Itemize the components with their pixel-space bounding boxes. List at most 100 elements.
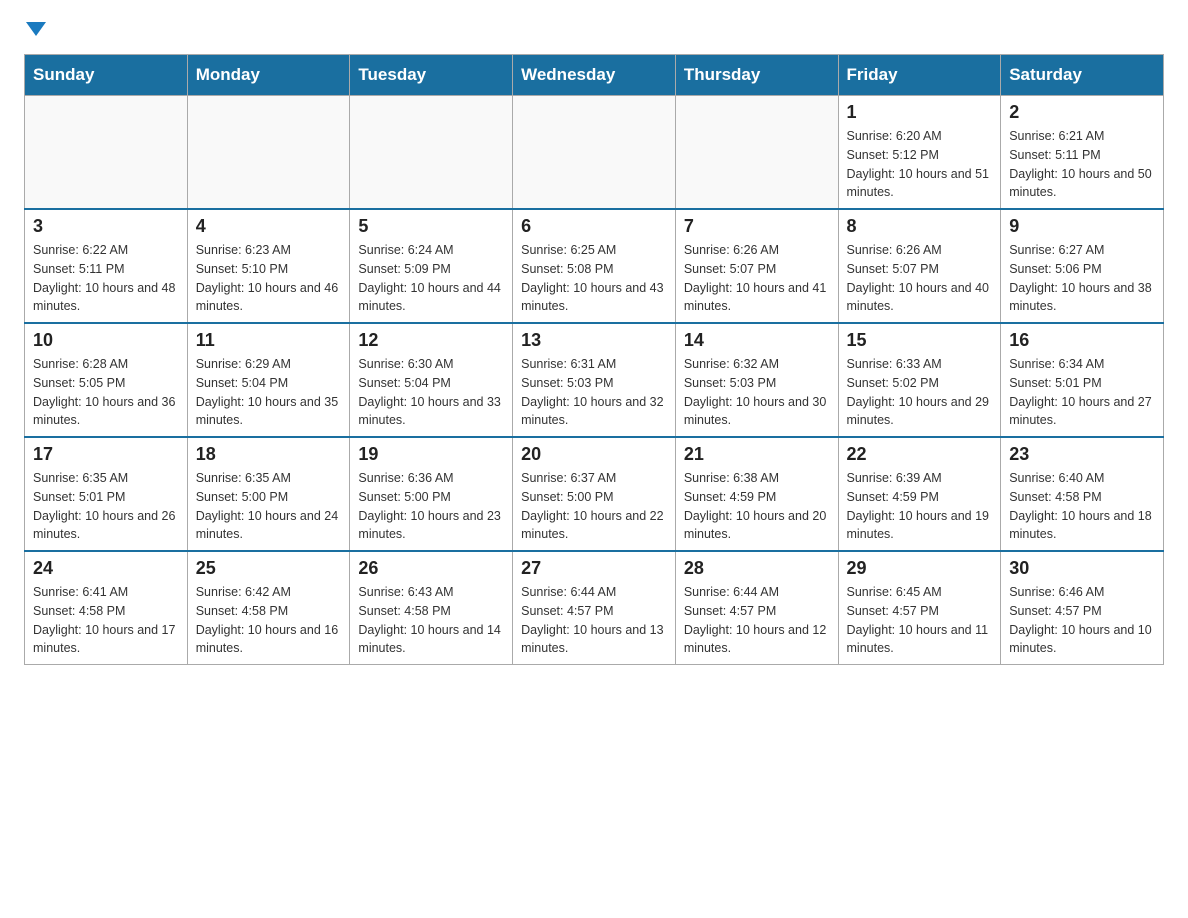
day-number: 24 <box>33 558 179 579</box>
day-number: 11 <box>196 330 342 351</box>
calendar-cell: 14 Sunrise: 6:32 AM Sunset: 5:03 PM Dayli… <box>675 323 838 437</box>
day-info: Sunrise: 6:20 AM Sunset: 5:12 PM Dayligh… <box>847 127 993 202</box>
day-number: 2 <box>1009 102 1155 123</box>
day-number: 14 <box>684 330 830 351</box>
day-number: 25 <box>196 558 342 579</box>
calendar-cell: 11 Sunrise: 6:29 AM Sunset: 5:04 PM Dayli… <box>187 323 350 437</box>
calendar-week-4: 17 Sunrise: 6:35 AM Sunset: 5:01 PM Dayli… <box>25 437 1164 551</box>
day-info: Sunrise: 6:28 AM Sunset: 5:05 PM Dayligh… <box>33 355 179 430</box>
calendar-cell: 20 Sunrise: 6:37 AM Sunset: 5:00 PM Dayli… <box>513 437 676 551</box>
day-info: Sunrise: 6:34 AM Sunset: 5:01 PM Dayligh… <box>1009 355 1155 430</box>
day-number: 8 <box>847 216 993 237</box>
day-info: Sunrise: 6:37 AM Sunset: 5:00 PM Dayligh… <box>521 469 667 544</box>
day-number: 22 <box>847 444 993 465</box>
calendar-cell: 22 Sunrise: 6:39 AM Sunset: 4:59 PM Dayli… <box>838 437 1001 551</box>
day-info: Sunrise: 6:35 AM Sunset: 5:00 PM Dayligh… <box>196 469 342 544</box>
day-number: 20 <box>521 444 667 465</box>
calendar-cell: 16 Sunrise: 6:34 AM Sunset: 5:01 PM Dayli… <box>1001 323 1164 437</box>
weekday-header-thursday: Thursday <box>675 55 838 96</box>
day-info: Sunrise: 6:33 AM Sunset: 5:02 PM Dayligh… <box>847 355 993 430</box>
day-number: 29 <box>847 558 993 579</box>
calendar-table: SundayMondayTuesdayWednesdayThursdayFrid… <box>24 54 1164 665</box>
day-info: Sunrise: 6:38 AM Sunset: 4:59 PM Dayligh… <box>684 469 830 544</box>
page-header <box>24 24 1164 38</box>
day-info: Sunrise: 6:46 AM Sunset: 4:57 PM Dayligh… <box>1009 583 1155 658</box>
day-number: 4 <box>196 216 342 237</box>
day-info: Sunrise: 6:31 AM Sunset: 5:03 PM Dayligh… <box>521 355 667 430</box>
calendar-cell: 24 Sunrise: 6:41 AM Sunset: 4:58 PM Dayli… <box>25 551 188 665</box>
calendar-cell: 21 Sunrise: 6:38 AM Sunset: 4:59 PM Dayli… <box>675 437 838 551</box>
calendar-cell: 15Sunrise: 6:33 AM Sunset: 5:02 PM Dayli… <box>838 323 1001 437</box>
calendar-cell: 28 Sunrise: 6:44 AM Sunset: 4:57 PM Dayli… <box>675 551 838 665</box>
calendar-cell: 9Sunrise: 6:27 AM Sunset: 5:06 PM Daylig… <box>1001 209 1164 323</box>
calendar-week-3: 10 Sunrise: 6:28 AM Sunset: 5:05 PM Dayli… <box>25 323 1164 437</box>
logo <box>24 24 46 38</box>
day-info: Sunrise: 6:35 AM Sunset: 5:01 PM Dayligh… <box>33 469 179 544</box>
day-info: Sunrise: 6:26 AM Sunset: 5:07 PM Dayligh… <box>684 241 830 316</box>
day-info: Sunrise: 6:45 AM Sunset: 4:57 PM Dayligh… <box>847 583 993 658</box>
calendar-cell: 5 Sunrise: 6:24 AM Sunset: 5:09 PM Daylig… <box>350 209 513 323</box>
calendar-cell: 10 Sunrise: 6:28 AM Sunset: 5:05 PM Dayli… <box>25 323 188 437</box>
day-number: 10 <box>33 330 179 351</box>
day-number: 21 <box>684 444 830 465</box>
day-number: 16 <box>1009 330 1155 351</box>
weekday-header-friday: Friday <box>838 55 1001 96</box>
weekday-header-row: SundayMondayTuesdayWednesdayThursdayFrid… <box>25 55 1164 96</box>
day-info: Sunrise: 6:44 AM Sunset: 4:57 PM Dayligh… <box>521 583 667 658</box>
calendar-cell: 18 Sunrise: 6:35 AM Sunset: 5:00 PM Dayli… <box>187 437 350 551</box>
day-info: Sunrise: 6:22 AM Sunset: 5:11 PM Dayligh… <box>33 241 179 316</box>
calendar-cell <box>187 96 350 210</box>
day-number: 19 <box>358 444 504 465</box>
calendar-cell: 17 Sunrise: 6:35 AM Sunset: 5:01 PM Dayli… <box>25 437 188 551</box>
calendar-cell: 6Sunrise: 6:25 AM Sunset: 5:08 PM Daylig… <box>513 209 676 323</box>
calendar-cell: 2 Sunrise: 6:21 AM Sunset: 5:11 PM Daylig… <box>1001 96 1164 210</box>
day-info: Sunrise: 6:23 AM Sunset: 5:10 PM Dayligh… <box>196 241 342 316</box>
calendar-cell: 19Sunrise: 6:36 AM Sunset: 5:00 PM Dayli… <box>350 437 513 551</box>
day-number: 23 <box>1009 444 1155 465</box>
weekday-header-saturday: Saturday <box>1001 55 1164 96</box>
day-info: Sunrise: 6:43 AM Sunset: 4:58 PM Dayligh… <box>358 583 504 658</box>
day-number: 5 <box>358 216 504 237</box>
weekday-header-monday: Monday <box>187 55 350 96</box>
calendar-cell: 8 Sunrise: 6:26 AM Sunset: 5:07 PM Daylig… <box>838 209 1001 323</box>
day-info: Sunrise: 6:24 AM Sunset: 5:09 PM Dayligh… <box>358 241 504 316</box>
calendar-cell: 29 Sunrise: 6:45 AM Sunset: 4:57 PM Dayli… <box>838 551 1001 665</box>
day-number: 30 <box>1009 558 1155 579</box>
day-number: 12 <box>358 330 504 351</box>
day-info: Sunrise: 6:25 AM Sunset: 5:08 PM Dayligh… <box>521 241 667 316</box>
weekday-header-sunday: Sunday <box>25 55 188 96</box>
calendar-cell: 4 Sunrise: 6:23 AM Sunset: 5:10 PM Daylig… <box>187 209 350 323</box>
day-number: 18 <box>196 444 342 465</box>
day-info: Sunrise: 6:30 AM Sunset: 5:04 PM Dayligh… <box>358 355 504 430</box>
day-info: Sunrise: 6:32 AM Sunset: 5:03 PM Dayligh… <box>684 355 830 430</box>
day-number: 7 <box>684 216 830 237</box>
day-info: Sunrise: 6:42 AM Sunset: 4:58 PM Dayligh… <box>196 583 342 658</box>
day-number: 9 <box>1009 216 1155 237</box>
day-info: Sunrise: 6:44 AM Sunset: 4:57 PM Dayligh… <box>684 583 830 658</box>
day-number: 17 <box>33 444 179 465</box>
calendar-week-5: 24 Sunrise: 6:41 AM Sunset: 4:58 PM Dayli… <box>25 551 1164 665</box>
day-number: 3 <box>33 216 179 237</box>
calendar-cell: 7 Sunrise: 6:26 AM Sunset: 5:07 PM Daylig… <box>675 209 838 323</box>
day-info: Sunrise: 6:40 AM Sunset: 4:58 PM Dayligh… <box>1009 469 1155 544</box>
calendar-cell: 23 Sunrise: 6:40 AM Sunset: 4:58 PM Dayli… <box>1001 437 1164 551</box>
calendar-cell <box>675 96 838 210</box>
day-info: Sunrise: 6:41 AM Sunset: 4:58 PM Dayligh… <box>33 583 179 658</box>
calendar-week-1: 1Sunrise: 6:20 AM Sunset: 5:12 PM Daylig… <box>25 96 1164 210</box>
day-info: Sunrise: 6:26 AM Sunset: 5:07 PM Dayligh… <box>847 241 993 316</box>
day-info: Sunrise: 6:29 AM Sunset: 5:04 PM Dayligh… <box>196 355 342 430</box>
day-number: 27 <box>521 558 667 579</box>
day-info: Sunrise: 6:21 AM Sunset: 5:11 PM Dayligh… <box>1009 127 1155 202</box>
day-number: 28 <box>684 558 830 579</box>
day-info: Sunrise: 6:39 AM Sunset: 4:59 PM Dayligh… <box>847 469 993 544</box>
calendar-cell: 25 Sunrise: 6:42 AM Sunset: 4:58 PM Dayli… <box>187 551 350 665</box>
day-number: 13 <box>521 330 667 351</box>
calendar-cell <box>25 96 188 210</box>
calendar-week-2: 3 Sunrise: 6:22 AM Sunset: 5:11 PM Daylig… <box>25 209 1164 323</box>
weekday-header-tuesday: Tuesday <box>350 55 513 96</box>
calendar-cell: 30 Sunrise: 6:46 AM Sunset: 4:57 PM Dayli… <box>1001 551 1164 665</box>
calendar-cell <box>513 96 676 210</box>
calendar-cell: 13 Sunrise: 6:31 AM Sunset: 5:03 PM Dayli… <box>513 323 676 437</box>
logo-triangle-icon <box>26 22 46 36</box>
calendar-cell: 12 Sunrise: 6:30 AM Sunset: 5:04 PM Dayli… <box>350 323 513 437</box>
